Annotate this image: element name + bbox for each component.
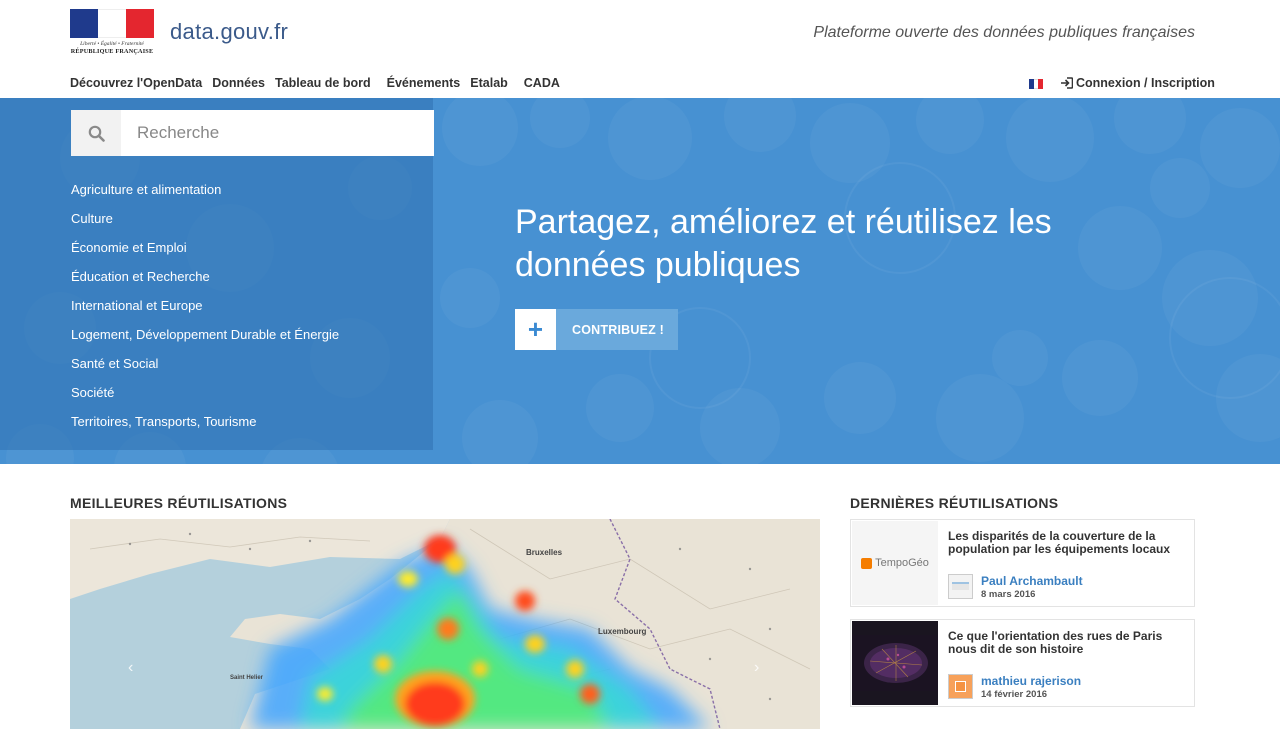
topic-link-culture[interactable]: Culture bbox=[71, 211, 339, 240]
nav-item-opendata[interactable]: Découvrez l'OpenData bbox=[70, 76, 202, 90]
reuse-thumbnail bbox=[852, 621, 938, 705]
language-flag-icon[interactable] bbox=[1029, 79, 1044, 89]
nav-item-etalab[interactable]: Etalab bbox=[470, 76, 508, 90]
republique-francaise-logo[interactable]: Liberté • Égalité • Fraternité RÉPUBLIQU… bbox=[70, 9, 154, 59]
reuse-author-link[interactable]: Paul Archambault bbox=[981, 574, 1083, 588]
reuse-date: 14 février 2016 bbox=[981, 689, 1048, 700]
nav-item-tableau-de-bord[interactable]: Tableau de bord bbox=[275, 76, 371, 90]
search-input[interactable] bbox=[121, 110, 434, 156]
map-label-luxembourg: Luxembourg bbox=[598, 627, 647, 636]
nav-item-evenements[interactable]: Événements bbox=[387, 76, 461, 90]
reuse-thumbnail: TempoGéo bbox=[852, 521, 938, 605]
topic-link-societe[interactable]: Société bbox=[71, 385, 339, 414]
main-nav: Découvrez l'OpenData Données Tableau de … bbox=[70, 76, 570, 90]
site-name-suffix: .gouv.fr bbox=[214, 19, 289, 44]
contribute-label: CONTRIBUEZ ! bbox=[556, 309, 678, 350]
plus-icon: + bbox=[515, 309, 556, 350]
nav-item-donnees[interactable]: Données bbox=[212, 76, 265, 90]
topic-link-economie[interactable]: Économie et Emploi bbox=[71, 240, 339, 269]
hero-title: Partagez, améliorez et réutilisez les do… bbox=[515, 203, 1052, 284]
search-panel: Agriculture et alimentation Culture Écon… bbox=[0, 98, 434, 450]
heatmap-map-image: Bruxelles Luxembourg Saint Helier bbox=[70, 519, 820, 729]
site-name-link[interactable]: data.gouv.fr bbox=[170, 19, 288, 45]
reuse-card[interactable]: Ce que l'orientation des rues de Paris n… bbox=[850, 619, 1195, 707]
nav-item-cada[interactable]: CADA bbox=[524, 76, 560, 90]
reuse-author-link[interactable]: mathieu rajerison bbox=[981, 674, 1081, 688]
login-label: Connexion / Inscription bbox=[1076, 76, 1215, 90]
carousel-next-arrow-icon[interactable]: › bbox=[754, 659, 759, 677]
avatar bbox=[948, 674, 973, 699]
avatar bbox=[948, 574, 973, 599]
logo-motto: Liberté • Égalité • Fraternité bbox=[80, 41, 144, 47]
search-button[interactable] bbox=[71, 110, 121, 156]
login-link[interactable]: Connexion / Inscription bbox=[1060, 76, 1215, 90]
topic-link-international[interactable]: International et Europe bbox=[71, 298, 339, 327]
reuse-title[interactable]: Les disparités de la couverture de la po… bbox=[948, 530, 1184, 556]
latest-reuses-heading: DERNIÈRES RÉUTILISATIONS bbox=[850, 495, 1059, 511]
topic-link-territoires[interactable]: Territoires, Transports, Tourisme bbox=[71, 414, 339, 443]
topic-link-sante[interactable]: Santé et Social bbox=[71, 356, 339, 385]
search-box bbox=[71, 110, 434, 156]
search-icon bbox=[88, 125, 105, 142]
map-label-saint-helier: Saint Helier bbox=[230, 675, 264, 681]
topic-link-education[interactable]: Éducation et Recherche bbox=[71, 269, 339, 298]
site-name-prefix: data bbox=[170, 19, 215, 44]
topic-link-logement[interactable]: Logement, Développement Durable et Énerg… bbox=[71, 327, 339, 356]
map-label-bruxelles: Bruxelles bbox=[526, 548, 563, 557]
reuse-title[interactable]: Ce que l'orientation des rues de Paris n… bbox=[948, 630, 1184, 656]
featured-reuse-carousel[interactable]: Bruxelles Luxembourg Saint Helier ‹ › bbox=[70, 519, 820, 729]
reuse-card[interactable]: TempoGéo Les disparités de la couverture… bbox=[850, 519, 1195, 607]
site-tagline: Plateforme ouverte des données publiques… bbox=[813, 24, 1195, 41]
topic-link-agriculture[interactable]: Agriculture et alimentation bbox=[71, 182, 339, 211]
paris-streets-map-image bbox=[852, 635, 938, 691]
marianne-flag-icon bbox=[70, 9, 154, 38]
contribute-button[interactable]: + CONTRIBUEZ ! bbox=[515, 309, 678, 350]
best-reuses-heading: MEILLEURES RÉUTILISATIONS bbox=[70, 495, 288, 511]
carousel-prev-arrow-icon[interactable]: ‹ bbox=[128, 659, 133, 677]
reuse-date: 8 mars 2016 bbox=[981, 589, 1036, 600]
site-header: Liberté • Égalité • Fraternité RÉPUBLIQU… bbox=[0, 0, 1280, 98]
blogger-icon bbox=[861, 557, 873, 569]
logo-republic-name: RÉPUBLIQUE FRANÇAISE bbox=[70, 48, 154, 55]
hero-banner: Agriculture et alimentation Culture Écon… bbox=[0, 98, 1280, 464]
reuse-thumb-text: TempoGéo bbox=[875, 557, 929, 569]
topic-list: Agriculture et alimentation Culture Écon… bbox=[71, 182, 339, 443]
sign-in-icon bbox=[1061, 77, 1073, 89]
